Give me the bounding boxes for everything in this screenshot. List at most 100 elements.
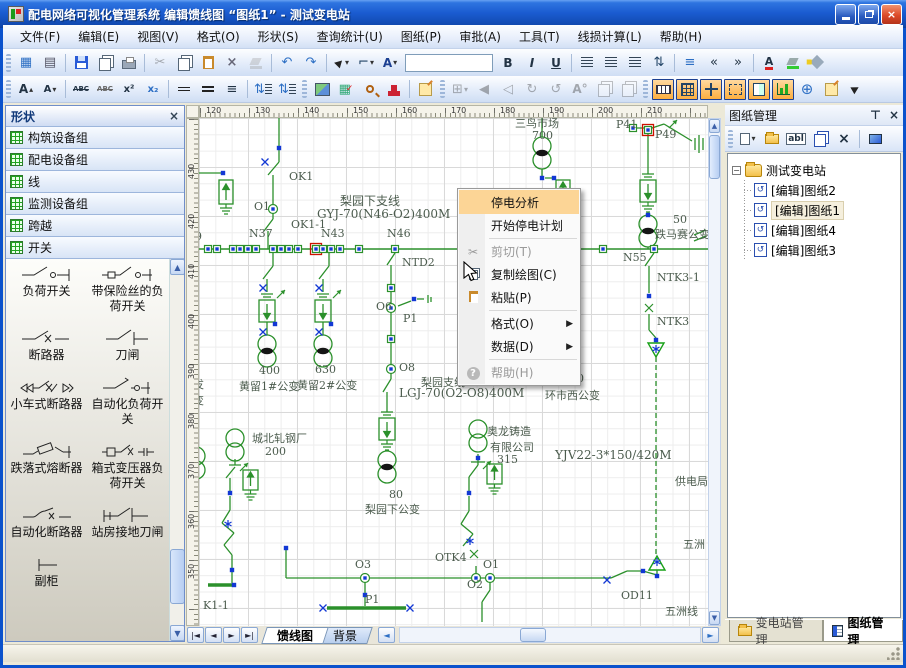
monitor-button[interactable] <box>864 128 886 149</box>
table-check-button[interactable]: ▦✓ <box>335 79 357 100</box>
canvas-vertical-scrollbar[interactable]: ▲ ▼ <box>708 118 721 626</box>
line-thick-button[interactable]: ≡ <box>221 79 243 100</box>
tab-substation-manager[interactable]: 变电站管理 <box>729 620 823 642</box>
menu-query-stats[interactable]: 查询统计(U) <box>308 25 392 48</box>
indent-decrease-button[interactable]: « <box>703 52 725 73</box>
shape-group-monitor[interactable]: 监测设备组 <box>6 193 184 215</box>
font-increase-button[interactable]: A▴ <box>15 79 37 100</box>
pan-button[interactable]: ⊕ <box>796 79 818 100</box>
menu-format[interactable]: 格式(O) <box>188 25 249 48</box>
shape-item-knife-switch[interactable]: 刀闸 <box>87 327 168 363</box>
scroll-left-icon[interactable]: ◄ <box>378 627 395 643</box>
redo-button[interactable]: ↷ <box>300 52 322 73</box>
tree-node-drawing1[interactable]: ↺[编辑]图纸1 <box>730 200 898 220</box>
menu-drawing[interactable]: 图纸(P) <box>392 25 451 48</box>
underline-button[interactable]: U <box>545 52 567 73</box>
v-scroll-thumb[interactable] <box>709 135 720 179</box>
stamp-button[interactable] <box>383 79 405 100</box>
shape-item-auto-load-switch[interactable]: 自动化负荷开关 <box>87 376 168 427</box>
canvas-horizontal-scrollbar[interactable] <box>399 627 701 643</box>
guides-toggle-button[interactable] <box>700 79 722 100</box>
toolbar-grip[interactable] <box>440 80 445 98</box>
rename-drawing-button[interactable]: abl <box>785 128 807 149</box>
tab-drawing-manager[interactable]: 图纸管理 <box>823 620 903 642</box>
resize-grip[interactable] <box>887 646 901 660</box>
italic-button[interactable]: I <box>521 52 543 73</box>
prev-sheet-button[interactable]: ◄ <box>205 627 222 643</box>
align-center-button[interactable] <box>600 52 622 73</box>
close-icon[interactable]: × <box>889 108 899 122</box>
undo-button[interactable]: ↶ <box>276 52 298 73</box>
scroll-down-icon[interactable]: ▼ <box>170 625 184 641</box>
shape-group-switch[interactable]: 开关 <box>6 237 184 259</box>
scroll-up-icon[interactable]: ▲ <box>709 119 720 133</box>
minimize-button[interactable] <box>835 4 856 25</box>
menu-approval[interactable]: 审批(A) <box>450 25 510 48</box>
shape-item-drop-fuse[interactable]: 跌落式熔断器 <box>6 440 87 491</box>
selection-toggle-button[interactable] <box>724 79 746 100</box>
subscript-button[interactable]: x₂ <box>142 79 164 100</box>
highlight-button[interactable] <box>782 52 804 73</box>
collapse-icon[interactable]: − <box>732 166 741 175</box>
text-tool-button[interactable]: A▾ <box>379 52 401 73</box>
chart-toggle-button[interactable] <box>772 79 794 100</box>
delete-drawing-button[interactable]: × <box>833 128 855 149</box>
image-button[interactable] <box>311 79 333 100</box>
toolbar-grip[interactable] <box>302 80 307 98</box>
shape-item-aux-cabinet[interactable]: 副柜 <box>6 553 87 589</box>
first-sheet-button[interactable]: |◄ <box>187 627 204 643</box>
align-right-button[interactable] <box>624 52 646 73</box>
spacing-increase-button[interactable]: ⇅ <box>252 79 274 100</box>
copy-drawing-button[interactable] <box>809 128 831 149</box>
new-drawing-button[interactable]: ▾ <box>737 128 759 149</box>
shape-group-distribution[interactable]: 配电设备组 <box>6 149 184 171</box>
shape-group-line[interactable]: 线 <box>6 171 184 193</box>
drawing-canvas[interactable]: 三鸟市场 700 P41 P49 OK1 O1 OK1-1 N37 N43 N4… <box>199 118 708 626</box>
shape-item-breaker[interactable]: 断路器 <box>6 327 87 363</box>
pages-toggle-button[interactable] <box>748 79 770 100</box>
pages-button[interactable] <box>94 52 116 73</box>
open-drawing-button[interactable] <box>761 128 783 149</box>
h-scroll-thumb[interactable] <box>520 628 546 642</box>
menu-edit[interactable]: 编辑(E) <box>69 25 128 48</box>
font-decrease-button[interactable]: A▾ <box>39 79 61 100</box>
strikethrough-button[interactable]: ABC <box>70 79 92 100</box>
menu-file[interactable]: 文件(F) <box>11 25 69 48</box>
shape-item-box-transformer-switch[interactable]: 箱式变压器负荷开关 <box>87 440 168 491</box>
font-color-button[interactable]: A <box>758 52 780 73</box>
numbering-button[interactable]: ≡ <box>679 52 701 73</box>
menu-view[interactable]: 视图(V) <box>128 25 188 48</box>
restore-button[interactable] <box>858 4 879 25</box>
paste-button[interactable] <box>197 52 219 73</box>
menu-shape[interactable]: 形状(S) <box>249 25 308 48</box>
grid-toggle-button[interactable] <box>676 79 698 100</box>
superscript-button[interactable]: x² <box>118 79 140 100</box>
tree-node-station[interactable]: − 测试变电站 <box>730 160 898 180</box>
text-vertical-button[interactable]: ⇅ <box>648 52 670 73</box>
print-button[interactable] <box>118 52 140 73</box>
menu-item-format[interactable]: 格式(O)▶ <box>459 312 579 335</box>
shape-group-crossing[interactable]: 跨越 <box>6 215 184 237</box>
menu-item-data[interactable]: 数据(D)▶ <box>459 335 579 358</box>
line-medium-button[interactable] <box>197 79 219 100</box>
pin-icon[interactable]: ⊤ <box>870 108 881 122</box>
fill-color-button[interactable] <box>806 52 828 73</box>
menu-item-outage-analysis[interactable]: 停电分析 <box>459 190 579 214</box>
pointer-tool-button[interactable]: ▾ <box>331 52 353 73</box>
close-button[interactable]: × <box>881 4 902 25</box>
shape-group-structure[interactable]: 构筑设备组 <box>6 127 184 149</box>
scroll-right-icon[interactable]: ► <box>702 627 719 643</box>
next-sheet-button[interactable]: ► <box>223 627 240 643</box>
shape-item-load-switch[interactable]: 负荷开关 <box>6 263 87 314</box>
scroll-down-icon[interactable]: ▼ <box>709 611 720 625</box>
toolbar-grip[interactable] <box>6 54 11 72</box>
shapes-close-icon[interactable]: × <box>169 109 179 123</box>
align-left-button[interactable] <box>576 52 598 73</box>
copy-button[interactable] <box>173 52 195 73</box>
shape-item-auto-breaker[interactable]: 自动化断路器 <box>6 504 87 540</box>
tab-feeder-diagram[interactable]: 馈线图 <box>261 627 329 644</box>
toolbar-grip[interactable] <box>728 130 733 148</box>
shape-item-fused-load-switch[interactable]: 带保险丝的负荷开关 <box>87 263 168 314</box>
indent-increase-button[interactable]: » <box>727 52 749 73</box>
delete-button[interactable]: × <box>221 52 243 73</box>
